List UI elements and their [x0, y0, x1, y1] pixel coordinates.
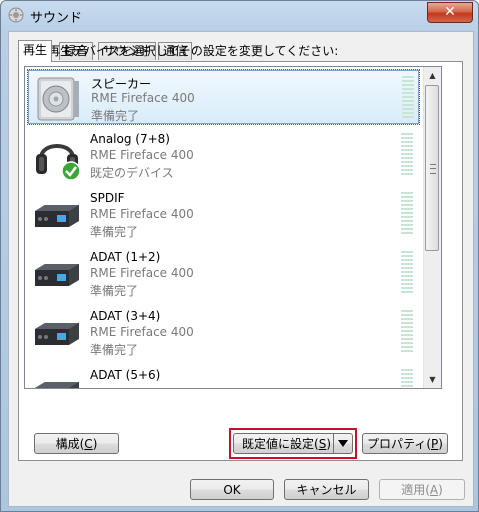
level-meter: [401, 369, 413, 388]
device-name: ADAT (5+6): [90, 368, 161, 382]
tab-playback[interactable]: 再生: [18, 40, 53, 62]
button-label-tail: ): [438, 437, 443, 451]
button-label: 適用(: [401, 483, 430, 497]
device-status: 準備完了: [90, 284, 139, 298]
scroll-thumb[interactable]: [425, 85, 439, 251]
button-label-tail: ): [92, 437, 98, 451]
scroll-down-icon[interactable]: ▼: [424, 371, 441, 388]
device-item-adat-5-6[interactable]: ADAT (5+6): [27, 363, 420, 388]
audio-interface-icon: [35, 264, 79, 286]
device-name: Analog (7+8): [90, 132, 170, 146]
sound-dialog: サウンド ✕ 再生 録音 サウンド 通信 下の再生デバイスを選択してその設定を変…: [0, 0, 479, 512]
device-list-scrollbar[interactable]: ▲ ▼: [423, 67, 441, 388]
instruction-text: 下の再生デバイスを選択してその設定を変更してください:: [24, 44, 339, 58]
device-driver: RME Fireface 400: [90, 325, 194, 339]
device-list[interactable]: スピーカー RME Fireface 400 準備完了 Analog (7+8)…: [24, 66, 442, 389]
device-item-adat-3-4[interactable]: ADAT (3+4) RME Fireface 400 準備完了: [27, 304, 420, 360]
device-status: 準備完了: [90, 225, 139, 239]
device-item-adat-1-2[interactable]: ADAT (1+2) RME Fireface 400 準備完了: [27, 245, 420, 301]
device-name: ADAT (3+4): [90, 309, 161, 323]
dropdown-arrow-icon[interactable]: [333, 434, 352, 453]
close-icon: ✕: [444, 4, 456, 20]
button-label: 構成(: [55, 437, 85, 451]
level-meter: [401, 310, 413, 354]
default-check-icon: [61, 161, 81, 181]
device-status: 準備完了: [90, 343, 139, 357]
device-driver: RME Fireface 400: [91, 91, 195, 105]
device-status: 既定のデバイス: [90, 166, 174, 180]
speaker-icon: [37, 77, 79, 121]
button-label-tail: ): [438, 483, 443, 497]
title-bar[interactable]: サウンド ✕: [1, 1, 478, 29]
button-label-tail: ): [326, 437, 331, 451]
button-label: プロパティ(: [367, 437, 432, 451]
level-meter: [402, 76, 414, 120]
level-meter: [401, 251, 413, 295]
level-meter: [401, 192, 413, 236]
device-name: ADAT (1+2): [90, 250, 161, 264]
audio-interface-icon: [35, 205, 79, 227]
device-item-speakers[interactable]: スピーカー RME Fireface 400 準備完了: [27, 69, 420, 125]
properties-button[interactable]: プロパティ(P): [362, 433, 448, 454]
device-driver: RME Fireface 400: [90, 148, 194, 162]
scroll-up-icon[interactable]: ▲: [424, 67, 441, 84]
audio-interface-icon: [35, 382, 79, 388]
configure-button[interactable]: 構成(C): [34, 433, 119, 454]
device-name: SPDIF: [90, 191, 125, 205]
device-item-spdif[interactable]: SPDIF RME Fireface 400 準備完了: [27, 186, 420, 242]
device-driver: RME Fireface 400: [90, 266, 194, 280]
cancel-button[interactable]: キャンセル: [284, 479, 369, 500]
level-meter: [401, 133, 413, 177]
tab-label: 再生: [23, 43, 48, 57]
set-default-button[interactable]: 既定値に設定(S): [233, 433, 353, 454]
device-driver: RME Fireface 400: [90, 207, 194, 221]
button-label: OK: [223, 483, 241, 497]
grip-icon: [430, 164, 436, 174]
ok-button[interactable]: OK: [190, 479, 274, 500]
device-status: 準備完了: [91, 109, 140, 123]
button-label: 既定値に設定(: [242, 437, 319, 451]
close-button[interactable]: ✕: [427, 2, 473, 23]
window-title: サウンド: [30, 11, 83, 26]
sound-app-icon: [8, 7, 24, 23]
device-item-analog-7-8[interactable]: Analog (7+8) RME Fireface 400 既定のデバイス: [27, 127, 420, 183]
accelerator-key: A: [429, 483, 439, 497]
accelerator-key: C: [84, 437, 93, 451]
button-label: キャンセル: [296, 483, 357, 497]
device-name: スピーカー: [91, 77, 152, 91]
apply-button[interactable]: 適用(A): [379, 479, 465, 500]
audio-interface-icon: [35, 323, 79, 345]
